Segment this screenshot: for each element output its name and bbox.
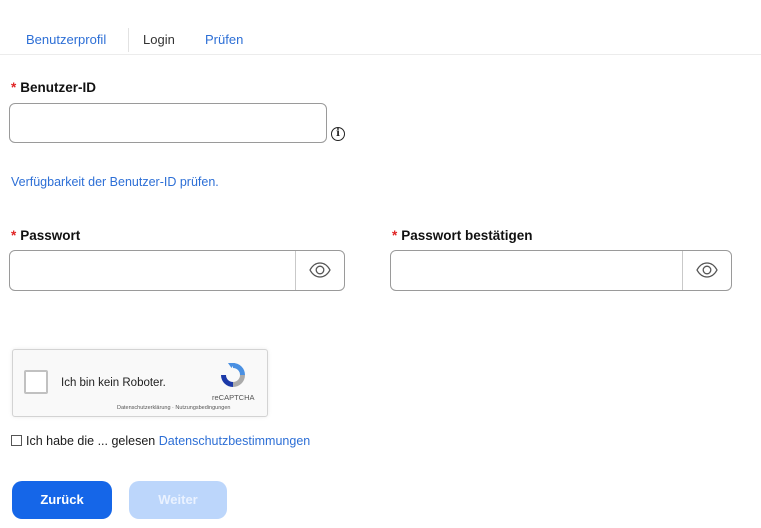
recaptcha-label: Ich bin kein Roboter. [61,377,166,389]
tab-bar: Benutzerprofil Login Prüfen [0,24,761,55]
required-marker: * [11,80,17,95]
consent-row: Ich habe die ... gelesen Datenschutzbest… [11,434,310,448]
privacy-policy-link[interactable]: Datenschutzbestimmungen [159,434,310,448]
user-id-input[interactable] [9,103,327,143]
password-confirm-visibility-toggle[interactable] [682,251,731,290]
password-visibility-toggle[interactable] [295,251,344,290]
consent-text: Ich habe die ... gelesen [26,434,156,448]
eye-icon [309,262,331,278]
next-button[interactable]: Weiter [129,481,227,519]
password-confirm-label: * Passwort bestätigen [392,228,533,243]
tab-benutzerprofil[interactable]: Benutzerprofil [26,32,106,47]
required-marker: * [11,228,17,243]
required-marker: * [392,228,398,243]
tab-pruefen[interactable]: Prüfen [205,32,243,47]
password-label: * Passwort [11,228,80,243]
info-icon[interactable]: i [331,127,345,141]
consent-checkbox[interactable] [11,435,22,446]
recaptcha-checkbox[interactable] [24,370,48,394]
recaptcha-logo-icon [221,363,245,387]
password-confirm-label-text: Passwort bestätigen [401,228,533,243]
back-button[interactable]: Zurück [12,481,112,519]
tab-login[interactable]: Login [143,32,175,47]
password-label-text: Passwort [20,228,81,243]
user-id-label-text: Benutzer-ID [20,80,97,95]
tab-divider [128,28,129,52]
user-id-label: * Benutzer-ID [11,80,96,95]
password-field[interactable] [9,250,345,291]
recaptcha-brand: reCAPTCHA [212,393,255,402]
recaptcha-links[interactable]: Datenschutzerklärung · Nutzungsbedingung… [117,405,230,411]
password-confirm-field[interactable] [390,250,732,291]
recaptcha-widget: Ich bin kein Roboter. reCAPTCHA Datensch… [12,349,268,417]
eye-icon [696,262,718,278]
check-availability-link[interactable]: Verfügbarkeit der Benutzer-ID prüfen. [11,175,219,189]
